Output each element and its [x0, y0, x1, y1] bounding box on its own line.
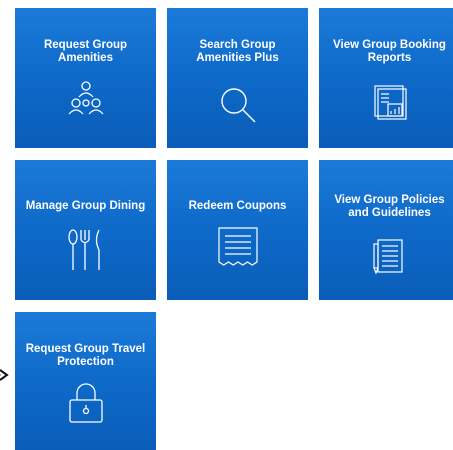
lock-icon [64, 380, 108, 426]
tile-request-group-amenities[interactable]: Request Group Amenities [15, 8, 156, 148]
group-people-icon [65, 78, 107, 120]
tile-view-group-policies-and-guidelines[interactable]: View Group Policies and Guidelines [319, 160, 453, 300]
tile-label: Redeem Coupons [188, 200, 287, 212]
tile-redeem-coupons[interactable]: Redeem Coupons [167, 160, 308, 300]
tile-label: View Group Booking Reports [333, 39, 446, 64]
tile-label: Request Group Amenities [43, 39, 128, 64]
document-pen-icon [368, 234, 412, 278]
tile-label: Request Group Travel Protection [25, 343, 146, 368]
tile-label: Search Group Amenities Plus [196, 39, 279, 64]
tile-label: View Group Policies and Guidelines [334, 194, 445, 219]
dining-utensils-icon [63, 228, 109, 274]
tile-label: Manage Group Dining [25, 200, 146, 212]
amenities-tile-grid: Request Group Amenities Search Group Ame… [0, 0, 453, 450]
tile-search-group-amenities-plus[interactable]: Search Group Amenities Plus [167, 8, 308, 148]
receipt-coupon-icon [215, 224, 261, 270]
search-icon [217, 84, 259, 126]
cursor-pointer-icon [0, 366, 10, 384]
tile-manage-group-dining[interactable]: Manage Group Dining [15, 160, 156, 300]
report-chart-icon [369, 80, 411, 122]
tile-request-group-travel-protection[interactable]: Request Group Travel Protection [15, 312, 156, 450]
tile-view-group-booking-reports[interactable]: View Group Booking Reports [319, 8, 453, 148]
